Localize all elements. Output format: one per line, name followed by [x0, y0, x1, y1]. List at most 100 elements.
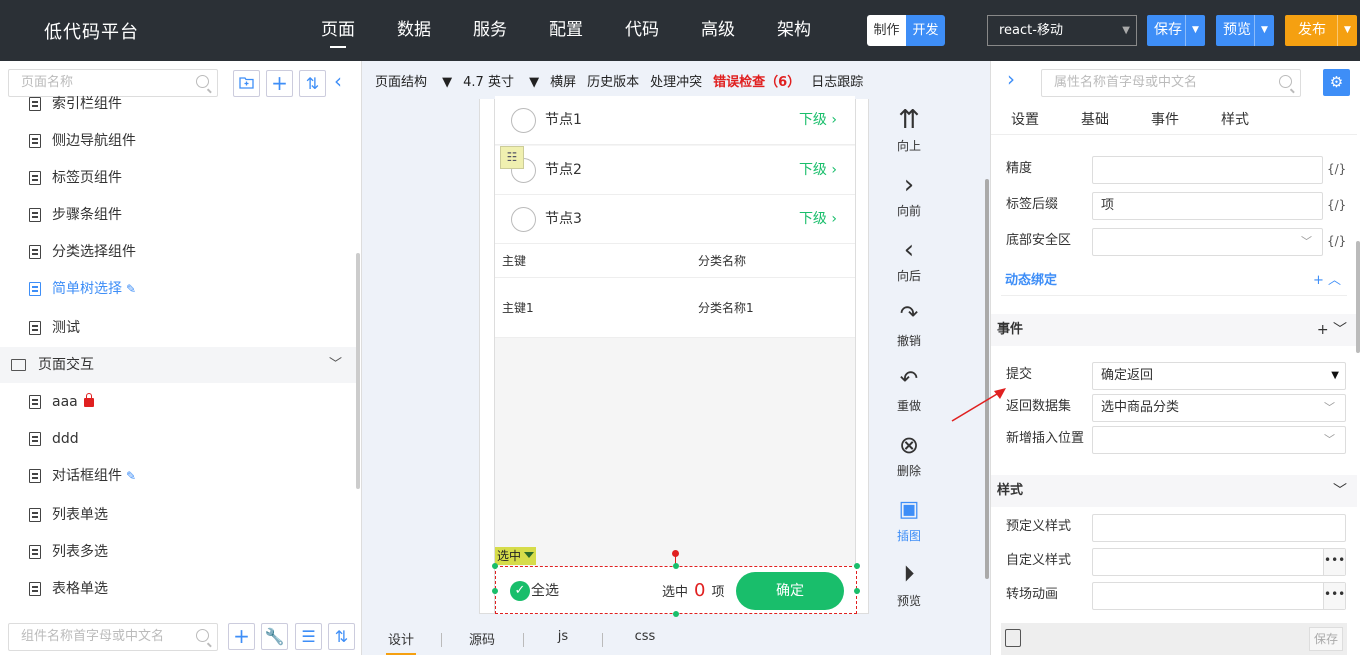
move-forward-button[interactable]: › 向前	[884, 168, 934, 219]
tree-item[interactable]: 分类选择组件	[0, 234, 358, 270]
screen-size-select[interactable]: 4.7 英寸 ▼	[463, 71, 539, 90]
preview-button[interactable]: 预览 ▼	[1216, 15, 1274, 46]
property-search-input[interactable]: 属性名称首字母或中文名	[1041, 69, 1301, 97]
tab-basic[interactable]: 基础	[1081, 105, 1109, 135]
move-up-button[interactable]: ⇈ 向上	[884, 103, 934, 154]
properties-save-button[interactable]: 保存	[1309, 627, 1343, 651]
tab-design[interactable]: 设计	[386, 629, 416, 655]
more-icon[interactable]: •••	[1323, 583, 1345, 609]
tree-item[interactable]: 索引栏组件	[0, 92, 358, 122]
pencil-icon[interactable]: ✎	[126, 458, 136, 494]
chevron-down-icon[interactable]: ﹀	[329, 347, 342, 383]
tree-item[interactable]: 列表单选	[0, 497, 358, 533]
error-check-button[interactable]: 错误检查（6）	[713, 71, 800, 90]
environment-select[interactable]: react-移动 ▼	[987, 15, 1137, 46]
nav-config[interactable]: 配置	[528, 0, 604, 61]
insert-image-button[interactable]: ▣ 插图	[884, 493, 934, 544]
return-dataset-select[interactable]: 选中商品分类 ﹀	[1092, 394, 1346, 422]
nav-data[interactable]: 数据	[376, 0, 452, 61]
events-section-header[interactable]: 事件 + ﹀	[991, 314, 1357, 346]
plus-icon[interactable]: +	[1317, 322, 1329, 338]
bottom-action-bar[interactable]: ✓ 全选 选中 0 项 确定	[492, 563, 860, 617]
tree-item[interactable]: 步骤条组件	[0, 197, 358, 233]
tree-item[interactable]: 表格单选	[0, 571, 358, 607]
sub-level-link[interactable]: 下级 ›	[799, 146, 837, 195]
history-button[interactable]: 历史版本	[587, 71, 639, 90]
tree-item[interactable]: 侧边导航组件	[0, 123, 358, 159]
conflict-button[interactable]: 处理冲突	[650, 71, 702, 90]
tree-item[interactable]: 测试	[0, 310, 358, 346]
add-component-button[interactable]: +	[228, 623, 255, 650]
plus-icon[interactable]: +	[1313, 273, 1324, 288]
pencil-icon[interactable]: ✎	[126, 271, 136, 307]
mode-make-button[interactable]: 制作	[867, 15, 906, 46]
expression-toggle[interactable]: {/}	[1327, 189, 1346, 221]
settings-button[interactable]: ⚙	[1323, 69, 1350, 96]
precision-input[interactable]	[1092, 156, 1323, 184]
tree-item[interactable]: 列表多选	[0, 534, 358, 570]
expression-toggle[interactable]: {/}	[1327, 225, 1346, 257]
nav-service[interactable]: 服务	[452, 0, 528, 61]
redo-button[interactable]: ↶ 重做	[884, 363, 934, 414]
sub-level-link[interactable]: 下级 ›	[799, 195, 837, 244]
caret-down-icon[interactable]: ▼	[1254, 15, 1274, 46]
node-row[interactable]: 节点1 下级 ›	[495, 96, 855, 145]
check-icon[interactable]: ✓	[510, 581, 530, 601]
copy-icon[interactable]	[1005, 629, 1021, 647]
tree-item[interactable]: 标签页组件	[0, 160, 358, 196]
component-search-input[interactable]: 组件名称首字母或中文名	[8, 623, 218, 651]
properties-scrollbar[interactable]	[1356, 241, 1360, 353]
resize-handle[interactable]	[673, 611, 679, 617]
caret-down-icon[interactable]: ▼	[1185, 15, 1205, 46]
tab-js[interactable]: js	[555, 629, 571, 655]
resize-handle[interactable]	[492, 563, 498, 569]
tree-group[interactable]: 页面交互 ﹀	[0, 347, 358, 383]
resize-handle[interactable]	[673, 563, 679, 569]
sort-components-button[interactable]: ⇅	[328, 623, 355, 650]
save-button[interactable]: 保存 ▼	[1147, 15, 1205, 46]
more-icon[interactable]: •••	[1323, 549, 1345, 575]
list-component-icon[interactable]: ☷	[500, 146, 524, 169]
undo-button[interactable]: ↷ 撤销	[884, 298, 934, 349]
insert-position-select[interactable]: ﹀	[1092, 426, 1346, 454]
safe-area-select[interactable]: ﹀	[1092, 228, 1323, 256]
tree-item-active[interactable]: 简单树选择 ✎	[0, 271, 358, 307]
tree-item[interactable]: 对话框组件 ✎	[0, 458, 358, 494]
chevron-down-icon[interactable]: ﹀	[1333, 322, 1347, 338]
preview-tool-button[interactable]: ⏵ 预览	[884, 558, 934, 609]
resize-handle[interactable]	[854, 563, 860, 569]
left-scrollbar[interactable]	[356, 253, 360, 489]
tab-css[interactable]: css	[634, 629, 656, 655]
dynamic-binding-row[interactable]: 动态绑定 + ︿	[1001, 266, 1347, 296]
chevron-right-icon[interactable]: ›	[1007, 67, 1015, 91]
caret-down-icon[interactable]: ▼	[1337, 15, 1357, 46]
sub-level-link[interactable]: 下级 ›	[799, 96, 837, 145]
submit-event-select[interactable]: 确定返回 ▼	[1092, 362, 1346, 390]
move-backward-button[interactable]: ‹ 向后	[884, 233, 934, 284]
binding-controls[interactable]: + ︿	[1313, 266, 1341, 296]
nav-code[interactable]: 代码	[604, 0, 680, 61]
style-section-header[interactable]: 样式 ﹀	[991, 475, 1357, 507]
resize-handle[interactable]	[854, 588, 860, 594]
landscape-button[interactable]: 横屏	[550, 71, 576, 90]
tab-source[interactable]: 源码	[466, 629, 498, 655]
radio-button[interactable]	[511, 207, 536, 232]
suffix-input[interactable]: 项	[1092, 192, 1323, 220]
tab-settings[interactable]: 设置	[1011, 105, 1039, 135]
selection-pin-handle[interactable]	[672, 550, 679, 557]
expression-toggle[interactable]: {/}	[1327, 153, 1346, 185]
tree-item[interactable]: aaa	[0, 384, 358, 420]
chevron-up-icon[interactable]: ︿	[1328, 273, 1341, 288]
delete-button[interactable]: ⊗ 删除	[884, 428, 934, 479]
nav-advanced[interactable]: 高级	[680, 0, 756, 61]
resize-handle[interactable]	[492, 588, 498, 594]
custom-style-input[interactable]: •••	[1092, 548, 1346, 576]
transition-input[interactable]: •••	[1092, 582, 1346, 610]
log-trace-button[interactable]: 日志跟踪	[811, 71, 863, 90]
select-all-label[interactable]: 全选	[531, 567, 559, 615]
tab-events[interactable]: 事件	[1151, 105, 1179, 135]
mode-dev-button[interactable]: 开发	[906, 15, 945, 46]
nav-architecture[interactable]: 架构	[756, 0, 832, 61]
chevron-down-icon[interactable]: ﹀	[1333, 475, 1347, 507]
collapse-left-icon[interactable]: ‹	[334, 69, 342, 93]
